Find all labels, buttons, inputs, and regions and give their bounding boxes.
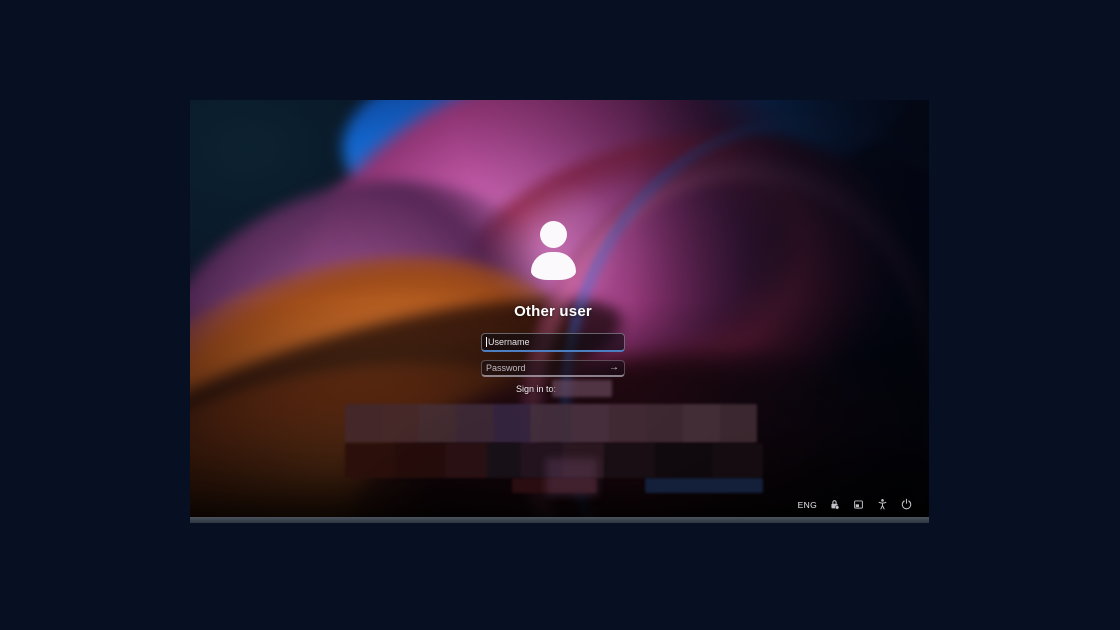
network-icon[interactable] bbox=[852, 498, 865, 511]
username-input[interactable] bbox=[488, 337, 620, 347]
redaction-blur-block bbox=[546, 458, 598, 496]
lock-icon[interactable] bbox=[828, 498, 841, 511]
login-tray: ENG bbox=[798, 498, 913, 511]
power-icon[interactable] bbox=[900, 498, 913, 511]
submit-arrow-button[interactable]: → bbox=[608, 363, 620, 373]
other-user-title: Other user bbox=[453, 303, 653, 320]
desktop-backdrop: Other user → Sign in to: ENG bbox=[0, 0, 1120, 630]
redaction-blur-block bbox=[645, 478, 763, 493]
username-field[interactable] bbox=[481, 333, 625, 352]
avatar-glow bbox=[478, 174, 628, 324]
sign-in-to-label: Sign in to: bbox=[516, 384, 556, 394]
domain-redaction-blur bbox=[552, 380, 612, 397]
language-indicator[interactable]: ENG bbox=[798, 500, 817, 510]
remote-screen-region: Other user → Sign in to: ENG bbox=[190, 100, 929, 523]
user-avatar-icon bbox=[540, 221, 567, 248]
password-field[interactable]: → bbox=[481, 360, 625, 377]
user-avatar-icon bbox=[531, 252, 576, 280]
accessibility-icon[interactable] bbox=[876, 498, 889, 511]
password-input[interactable] bbox=[486, 363, 608, 373]
screen-bottom-bar bbox=[190, 517, 929, 523]
windows-login-screen: Other user → Sign in to: ENG bbox=[190, 100, 929, 517]
text-caret bbox=[486, 337, 487, 347]
redaction-blur-band bbox=[345, 404, 757, 443]
